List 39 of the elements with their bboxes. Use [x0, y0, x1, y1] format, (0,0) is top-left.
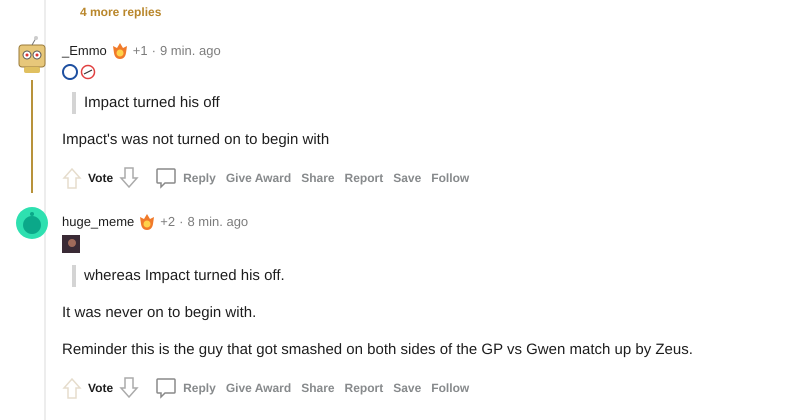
avatar-icon[interactable]: [16, 207, 48, 239]
comment-text: Reminder this is the guy that got smashed on both sides of the GP vs Gwen match up by Zeus.: [62, 340, 694, 360]
quote-text: whereas Impact turned his off.: [84, 266, 285, 286]
action-button[interactable]: Share: [297, 375, 339, 401]
flame-award-icon: [110, 42, 129, 60]
action-button[interactable]: Give Award: [222, 375, 296, 401]
action-button[interactable]: Save: [389, 165, 426, 191]
downvote-arrow-icon[interactable]: [119, 377, 140, 399]
action-button[interactable]: Reply: [151, 163, 220, 193]
action-button[interactable]: Give Award: [222, 165, 296, 191]
comment-icon: [155, 167, 178, 189]
more-replies-link[interactable]: 4 more replies: [80, 5, 162, 19]
comment-time[interactable]: 8 min. ago: [187, 214, 248, 230]
portrait-flair-icon: [62, 235, 80, 253]
vote-count: Vote: [88, 380, 114, 397]
action-button[interactable]: Report: [340, 165, 388, 191]
separator-dot: ·: [152, 43, 156, 59]
flame-award-icon: [138, 213, 156, 231]
action-button[interactable]: Reply: [151, 373, 220, 403]
vote-count: Vote: [88, 170, 114, 187]
upvote-arrow-icon[interactable]: [62, 377, 82, 399]
quote-text: Impact turned his off: [84, 93, 220, 113]
logo-flair-icon: [80, 64, 96, 80]
username[interactable]: huge_meme: [62, 214, 134, 230]
separator-dot: ·: [179, 214, 184, 230]
action-button[interactable]: Follow: [427, 165, 474, 191]
award-count: +2: [160, 214, 176, 230]
award-count: +1: [132, 43, 148, 59]
comment-text: Impact's was not turned on to begin with: [62, 130, 330, 150]
action-button[interactable]: Share: [297, 165, 339, 191]
action-button[interactable]: Save: [389, 375, 426, 401]
comment-icon: [155, 377, 178, 399]
username[interactable]: _Emmo: [62, 43, 107, 59]
action-button[interactable]: Follow: [427, 375, 474, 401]
upvote-arrow-icon[interactable]: [62, 167, 82, 189]
comment-time[interactable]: 9 min. ago: [160, 43, 221, 59]
downvote-arrow-icon[interactable]: [119, 167, 140, 189]
action-button[interactable]: Report: [340, 375, 388, 401]
comment-text: It was never on to begin with.: [62, 303, 258, 323]
